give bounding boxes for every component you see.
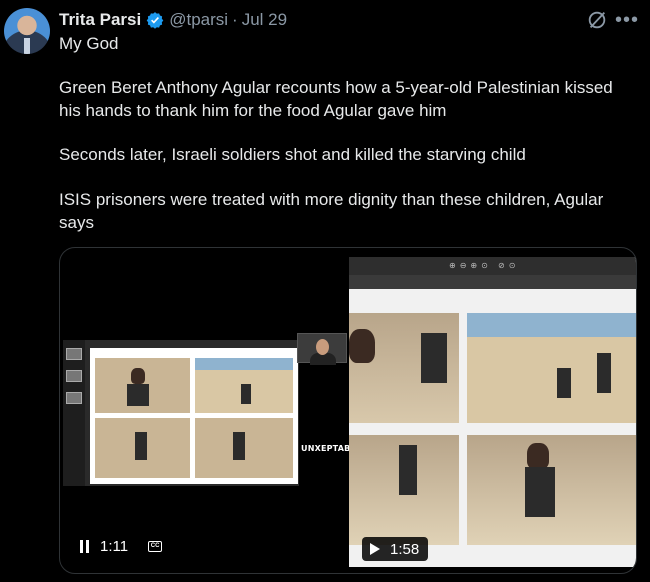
slide-sidebar — [63, 340, 85, 486]
tweet-paragraph-2: Green Beret Anthony Agular recounts how … — [59, 78, 613, 120]
left-video-time: 1:11 — [100, 538, 129, 555]
play-button[interactable]: 1:58 — [362, 537, 429, 561]
author-name[interactable]: Trita Parsi — [59, 10, 141, 30]
viewer-toolbar: ⊕⊖⊕⊙ ⊘⊙ — [349, 257, 636, 275]
left-video-frame[interactable] — [63, 340, 299, 486]
tweet-date[interactable]: Jul 29 — [242, 10, 287, 30]
pause-icon[interactable] — [80, 540, 90, 553]
right-video-frame[interactable]: ⊕⊖⊕⊙ ⊘⊙ — [349, 257, 636, 567]
tweet-paragraph-3: Seconds later, Israeli soldiers shot and… — [59, 145, 526, 164]
more-icon[interactable]: ••• — [615, 9, 638, 31]
author-handle[interactable]: @tparsi — [169, 10, 228, 30]
webcam-overlay — [297, 333, 347, 365]
tweet-line-1: My God — [59, 34, 119, 53]
tweet-paragraph-4: ISIS prisoners were treated with more di… — [59, 190, 604, 232]
slide-page — [90, 348, 298, 484]
media-container[interactable]: UNXEPTABLE ⊕⊖⊕⊙ ⊘⊙ 1:11 CC 1:58 — [59, 247, 637, 574]
grok-icon[interactable] — [586, 9, 608, 31]
verified-badge-icon — [146, 12, 164, 29]
tweet-header: Trita Parsi @tparsi · Jul 29 — [59, 8, 287, 32]
closed-captions-icon[interactable]: CC — [148, 541, 163, 552]
separator: · — [232, 10, 238, 29]
right-video-duration: 1:58 — [390, 540, 420, 558]
play-icon — [370, 543, 380, 555]
avatar[interactable] — [4, 8, 50, 54]
left-video-controls[interactable]: 1:11 CC — [80, 538, 163, 555]
